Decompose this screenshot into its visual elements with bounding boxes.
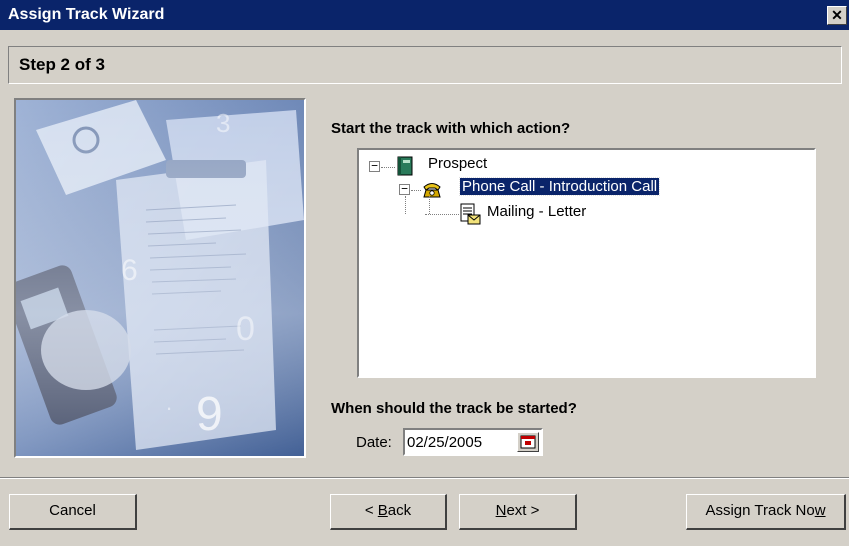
calendar-icon [520, 435, 536, 449]
tree-connector [429, 196, 430, 214]
tree-connector [425, 214, 459, 215]
book-icon [395, 156, 415, 176]
tree-connector [381, 167, 395, 168]
cancel-button[interactable]: Cancel [9, 494, 137, 530]
illustration-image: 6 0 9 3 . [16, 100, 304, 456]
back-accelerator: B [377, 502, 388, 519]
title-bar: Assign Track Wizard ✕ [0, 0, 849, 30]
date-value[interactable]: 02/25/2005 [407, 434, 482, 451]
collapse-toggle-prospect[interactable]: − [369, 160, 380, 172]
action-tree[interactable]: − Prospect − Phone Call - Introduction C… [357, 148, 816, 378]
calendar-button[interactable] [517, 432, 539, 452]
next-accelerator: N [495, 502, 507, 519]
assign-label: Assign Track No [705, 502, 815, 519]
assign-accelerator: w [814, 502, 826, 519]
svg-text:0: 0 [236, 310, 255, 348]
footer-divider [0, 477, 849, 479]
back-button[interactable]: < Back [330, 494, 447, 530]
assign-track-now-button[interactable]: Assign Track Now [686, 494, 846, 530]
svg-text:6: 6 [121, 254, 138, 287]
action-question: Start the track with which action? [331, 120, 571, 137]
back-prefix: < [364, 502, 378, 519]
letter-icon [459, 203, 481, 225]
start-question: When should the track be started? [331, 400, 577, 417]
tree-connector [411, 190, 421, 191]
collapse-toggle-phone-call[interactable]: − [399, 183, 410, 195]
back-label: ack [387, 502, 412, 519]
tree-node-phone-call[interactable]: Phone Call - Introduction Call [458, 177, 661, 196]
next-button[interactable]: Next > [459, 494, 577, 530]
next-label: ext > [506, 502, 540, 519]
window-title: Assign Track Wizard [8, 6, 165, 23]
tree-node-mailing-letter[interactable]: Mailing - Letter [485, 203, 588, 220]
tree-node-prospect[interactable]: Prospect [426, 155, 489, 172]
assign-track-wizard-dialog: Assign Track Wizard ✕ Step 2 of 3 6 0 9 … [0, 0, 849, 546]
wizard-illustration: 6 0 9 3 . [14, 98, 306, 458]
svg-text:.: . [166, 390, 172, 415]
svg-text:9: 9 [196, 388, 223, 441]
date-field[interactable]: 02/25/2005 [403, 428, 543, 456]
close-button[interactable]: ✕ [827, 6, 847, 25]
svg-text:3: 3 [216, 108, 230, 138]
step-header: Step 2 of 3 [8, 46, 842, 84]
date-label: Date: [356, 434, 392, 451]
step-label: Step 2 of 3 [19, 55, 105, 74]
tree-connector [405, 196, 406, 214]
phone-icon [421, 179, 441, 199]
